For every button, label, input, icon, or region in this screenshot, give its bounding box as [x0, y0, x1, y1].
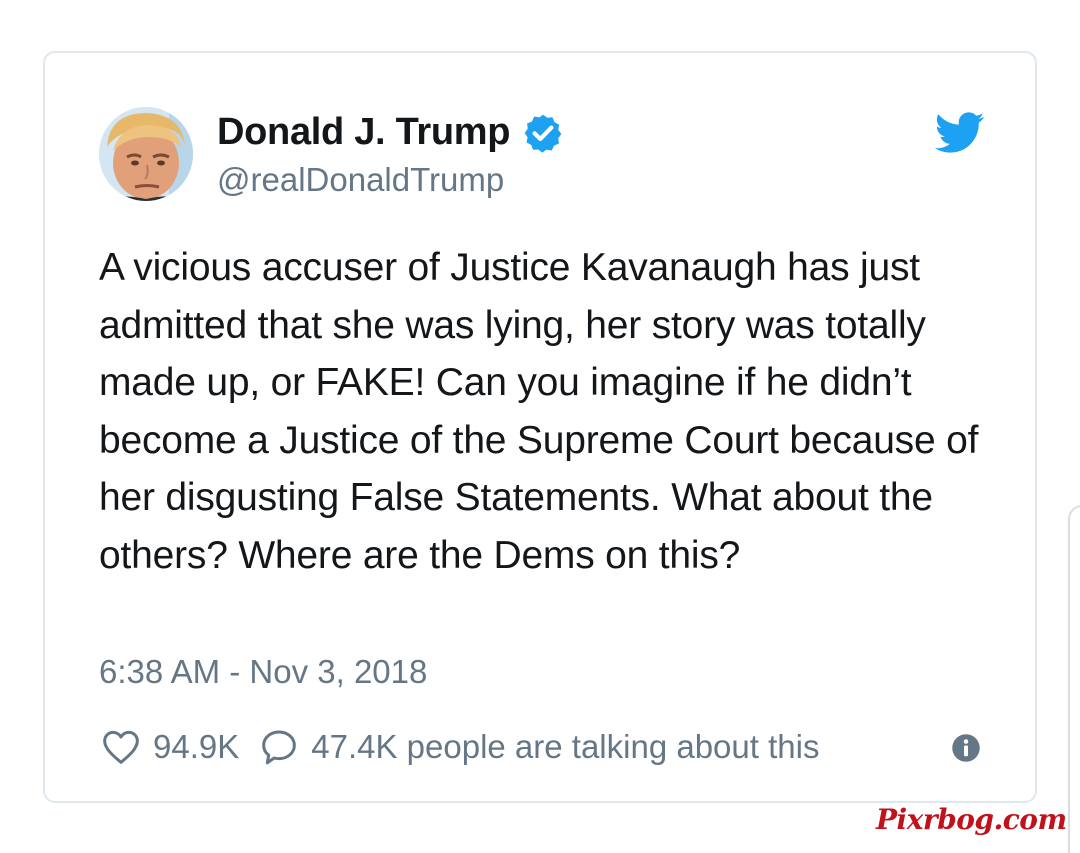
avatar-image — [99, 107, 193, 201]
screen-edge-overlay — [1068, 505, 1080, 853]
avatar[interactable] — [99, 107, 193, 201]
talking-count[interactable]: 47.4K people are talking about this — [311, 728, 819, 766]
watermark: Pixrbog.com — [876, 803, 1067, 836]
tweet-text: A vicious accuser of Justice Kavanaugh h… — [99, 246, 979, 577]
info-icon[interactable] — [951, 733, 981, 763]
twitter-bird-icon[interactable] — [934, 111, 985, 155]
author-display-name[interactable]: Donald J. Trump — [217, 111, 511, 154]
heart-icon[interactable] — [101, 727, 141, 767]
tweet-actions: 94.9K 47.4K people are talking about thi… — [101, 725, 819, 769]
tweet-card[interactable]: Donald J. Trump @realDonaldTrump A vicio… — [43, 51, 1037, 803]
verified-badge-icon — [522, 112, 564, 154]
page: Donald J. Trump @realDonaldTrump A vicio… — [0, 0, 1080, 853]
like-count[interactable]: 94.9K — [153, 728, 239, 766]
tweet-timestamp[interactable]: 6:38 AM - Nov 3, 2018 — [99, 653, 427, 691]
reply-bubble-icon[interactable] — [259, 727, 299, 767]
author-name-row[interactable]: Donald J. Trump — [217, 111, 564, 154]
author-handle[interactable]: @realDonaldTrump — [217, 161, 504, 199]
